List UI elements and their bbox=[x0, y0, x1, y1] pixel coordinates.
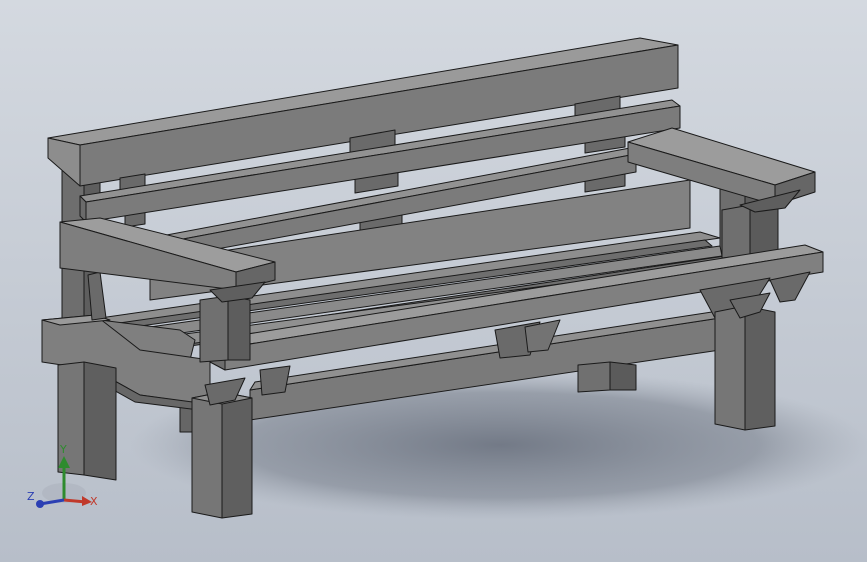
coordinate-triad: Y X Z bbox=[27, 443, 98, 508]
front-left-leg bbox=[191, 391, 253, 519]
y-axis-label: Y bbox=[59, 443, 67, 456]
z-axis-icon bbox=[36, 498, 65, 508]
bench-3d-view[interactable] bbox=[0, 0, 867, 562]
graphics-viewport[interactable]: Y X Z bbox=[0, 0, 867, 562]
z-axis-label: Z bbox=[27, 490, 35, 503]
right-armrest-post bbox=[721, 204, 779, 259]
x-axis-label: X bbox=[90, 495, 98, 508]
front-right-leg bbox=[714, 305, 776, 431]
